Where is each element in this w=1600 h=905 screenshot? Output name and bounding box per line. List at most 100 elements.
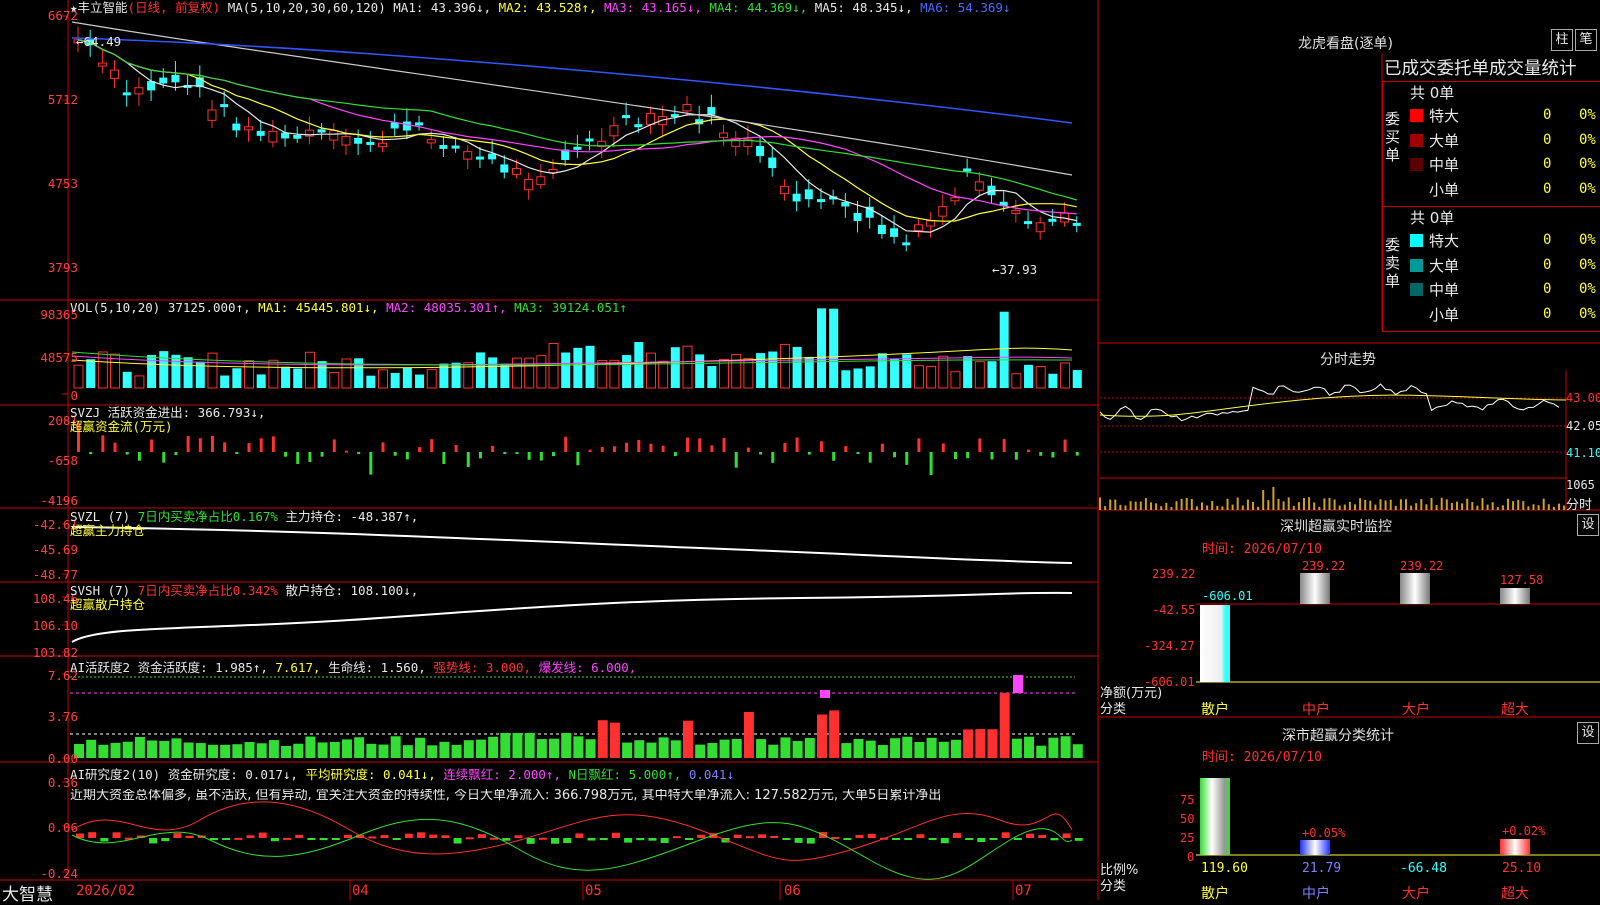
ai2-bar [599,838,608,841]
volume-bar [792,346,802,388]
classify-settings-button[interactable]: 设 [1577,722,1599,744]
candle-down [573,146,582,150]
candle-up [207,109,217,121]
monitor-settings-button[interactable]: 设 [1577,514,1599,536]
ai2-value: 0.041↓ [688,767,734,782]
candle-up [511,168,521,175]
volume-bar [841,370,851,388]
svzj-bar [308,452,312,462]
classify-bar [1300,840,1330,855]
ai2-bar [502,838,511,841]
svzj-bar [637,439,641,452]
ai1-bar [670,740,681,758]
volume-bar [488,357,498,388]
ai1-bar [950,739,961,758]
order-color-swatch [1410,182,1423,196]
ai2-bar [270,838,279,842]
ai1-bar [1036,745,1047,758]
vol-axis-label: 0 [70,388,78,403]
ai2-bar [672,836,681,839]
svzj-bar [454,444,458,452]
ai1-bar [159,740,170,758]
order-type-label: 大单 [1429,131,1460,150]
classify-bar [1200,778,1230,855]
classify-category: 中户 [1302,886,1330,902]
ai2-bar [563,838,572,843]
bar-mode-button[interactable]: 柱 [1551,29,1573,51]
vol-ma2: MA2: 48035.301↑, [386,300,507,315]
ai1-peak: 7.617, [275,660,321,675]
candle-down [792,193,801,202]
svzl-definition: SVZL (7) [70,509,131,524]
ai1-strong-line: 强势线: 3.000, [433,660,532,675]
ai1-bar [256,743,267,758]
order-count: 0 [1543,180,1552,197]
order-count: 0 [1543,156,1552,172]
candle-down [488,153,497,160]
ai1-activity: 资金活跃度: 1.985↑, [137,660,268,675]
svzj-bar [223,442,227,452]
svzj-bar [759,452,763,455]
classify-bar [1500,839,1530,855]
ai1-bar [865,740,876,758]
ai2-bar [185,835,194,838]
price-axis-label: 5712 [47,92,78,107]
ai1-bar [743,711,754,758]
ai1-definition: AI活跃度2 [70,660,131,675]
ai1-bar [573,736,584,758]
svsh-ratio: 7日内买卖净占比0.342% [137,583,278,598]
ai2-n-day-red: N日飘红: 5.000↑, [568,767,682,782]
ai2-bar [258,832,267,838]
order-color-swatch [1410,133,1423,147]
order-row-label: 特大 [1410,105,1459,126]
volume-bar [926,365,937,389]
ai2-bar [843,838,852,840]
candle-down [366,141,375,145]
ma3-value: MA3: 43.165↓, [604,0,702,15]
volume-bar [134,375,145,389]
svzj-bar [150,439,154,452]
volume-bar [902,354,912,388]
volume-bar [573,347,583,388]
ai1-bar [695,744,706,758]
chart-mode[interactable]: (日线, 前复权) [128,0,221,15]
tick-mode-button[interactable]: 笔 [1575,29,1597,51]
candle-up [719,132,729,138]
ai1-bar [293,743,304,758]
ai2-bar [904,838,913,840]
svzj-bar [1063,439,1067,452]
ma4-value: MA4: 44.369↓, [709,0,808,15]
monitor-axis-label: 239.22 [1152,567,1196,581]
x-axis-label: 04 [352,883,369,899]
order-type-label: 特大 [1429,232,1460,250]
stock-chart-canvas[interactable] [0,0,1600,900]
volume-bar [950,371,961,389]
ai1-bar [683,720,693,758]
order-percent: 0% [1579,256,1596,273]
svzj-bar [868,452,872,463]
candle-down [439,145,448,149]
candle-down [877,224,886,235]
volume-bar [281,366,291,388]
volume-bar [329,371,340,389]
svzj-bar [893,452,897,458]
intraday-price-label: 43.00 [1566,391,1600,405]
ai1-bar [585,739,596,758]
candle-down [122,92,131,96]
svsh-value: 散户持仓: 108.100↓, [285,583,419,598]
volume-bar [1048,373,1058,388]
svzl-ratio: 7日内买卖净占比0.167% [137,509,278,524]
svzj-bar [686,437,689,452]
monitor-xlabel: 分类 [1100,702,1127,717]
candle-up [1011,209,1021,214]
ai1-bar [427,745,438,758]
volume-bar [987,361,997,388]
ai1-bar [281,745,292,758]
volume-bar [415,374,425,388]
ai2-bar [855,834,864,838]
volume-bar [256,374,266,388]
volume-bar [756,353,766,388]
buy-total: 共 0单 [1410,84,1455,102]
star-icon[interactable]: ★ [70,0,78,15]
vol-definition: VOL(5,10,20) [70,300,161,315]
